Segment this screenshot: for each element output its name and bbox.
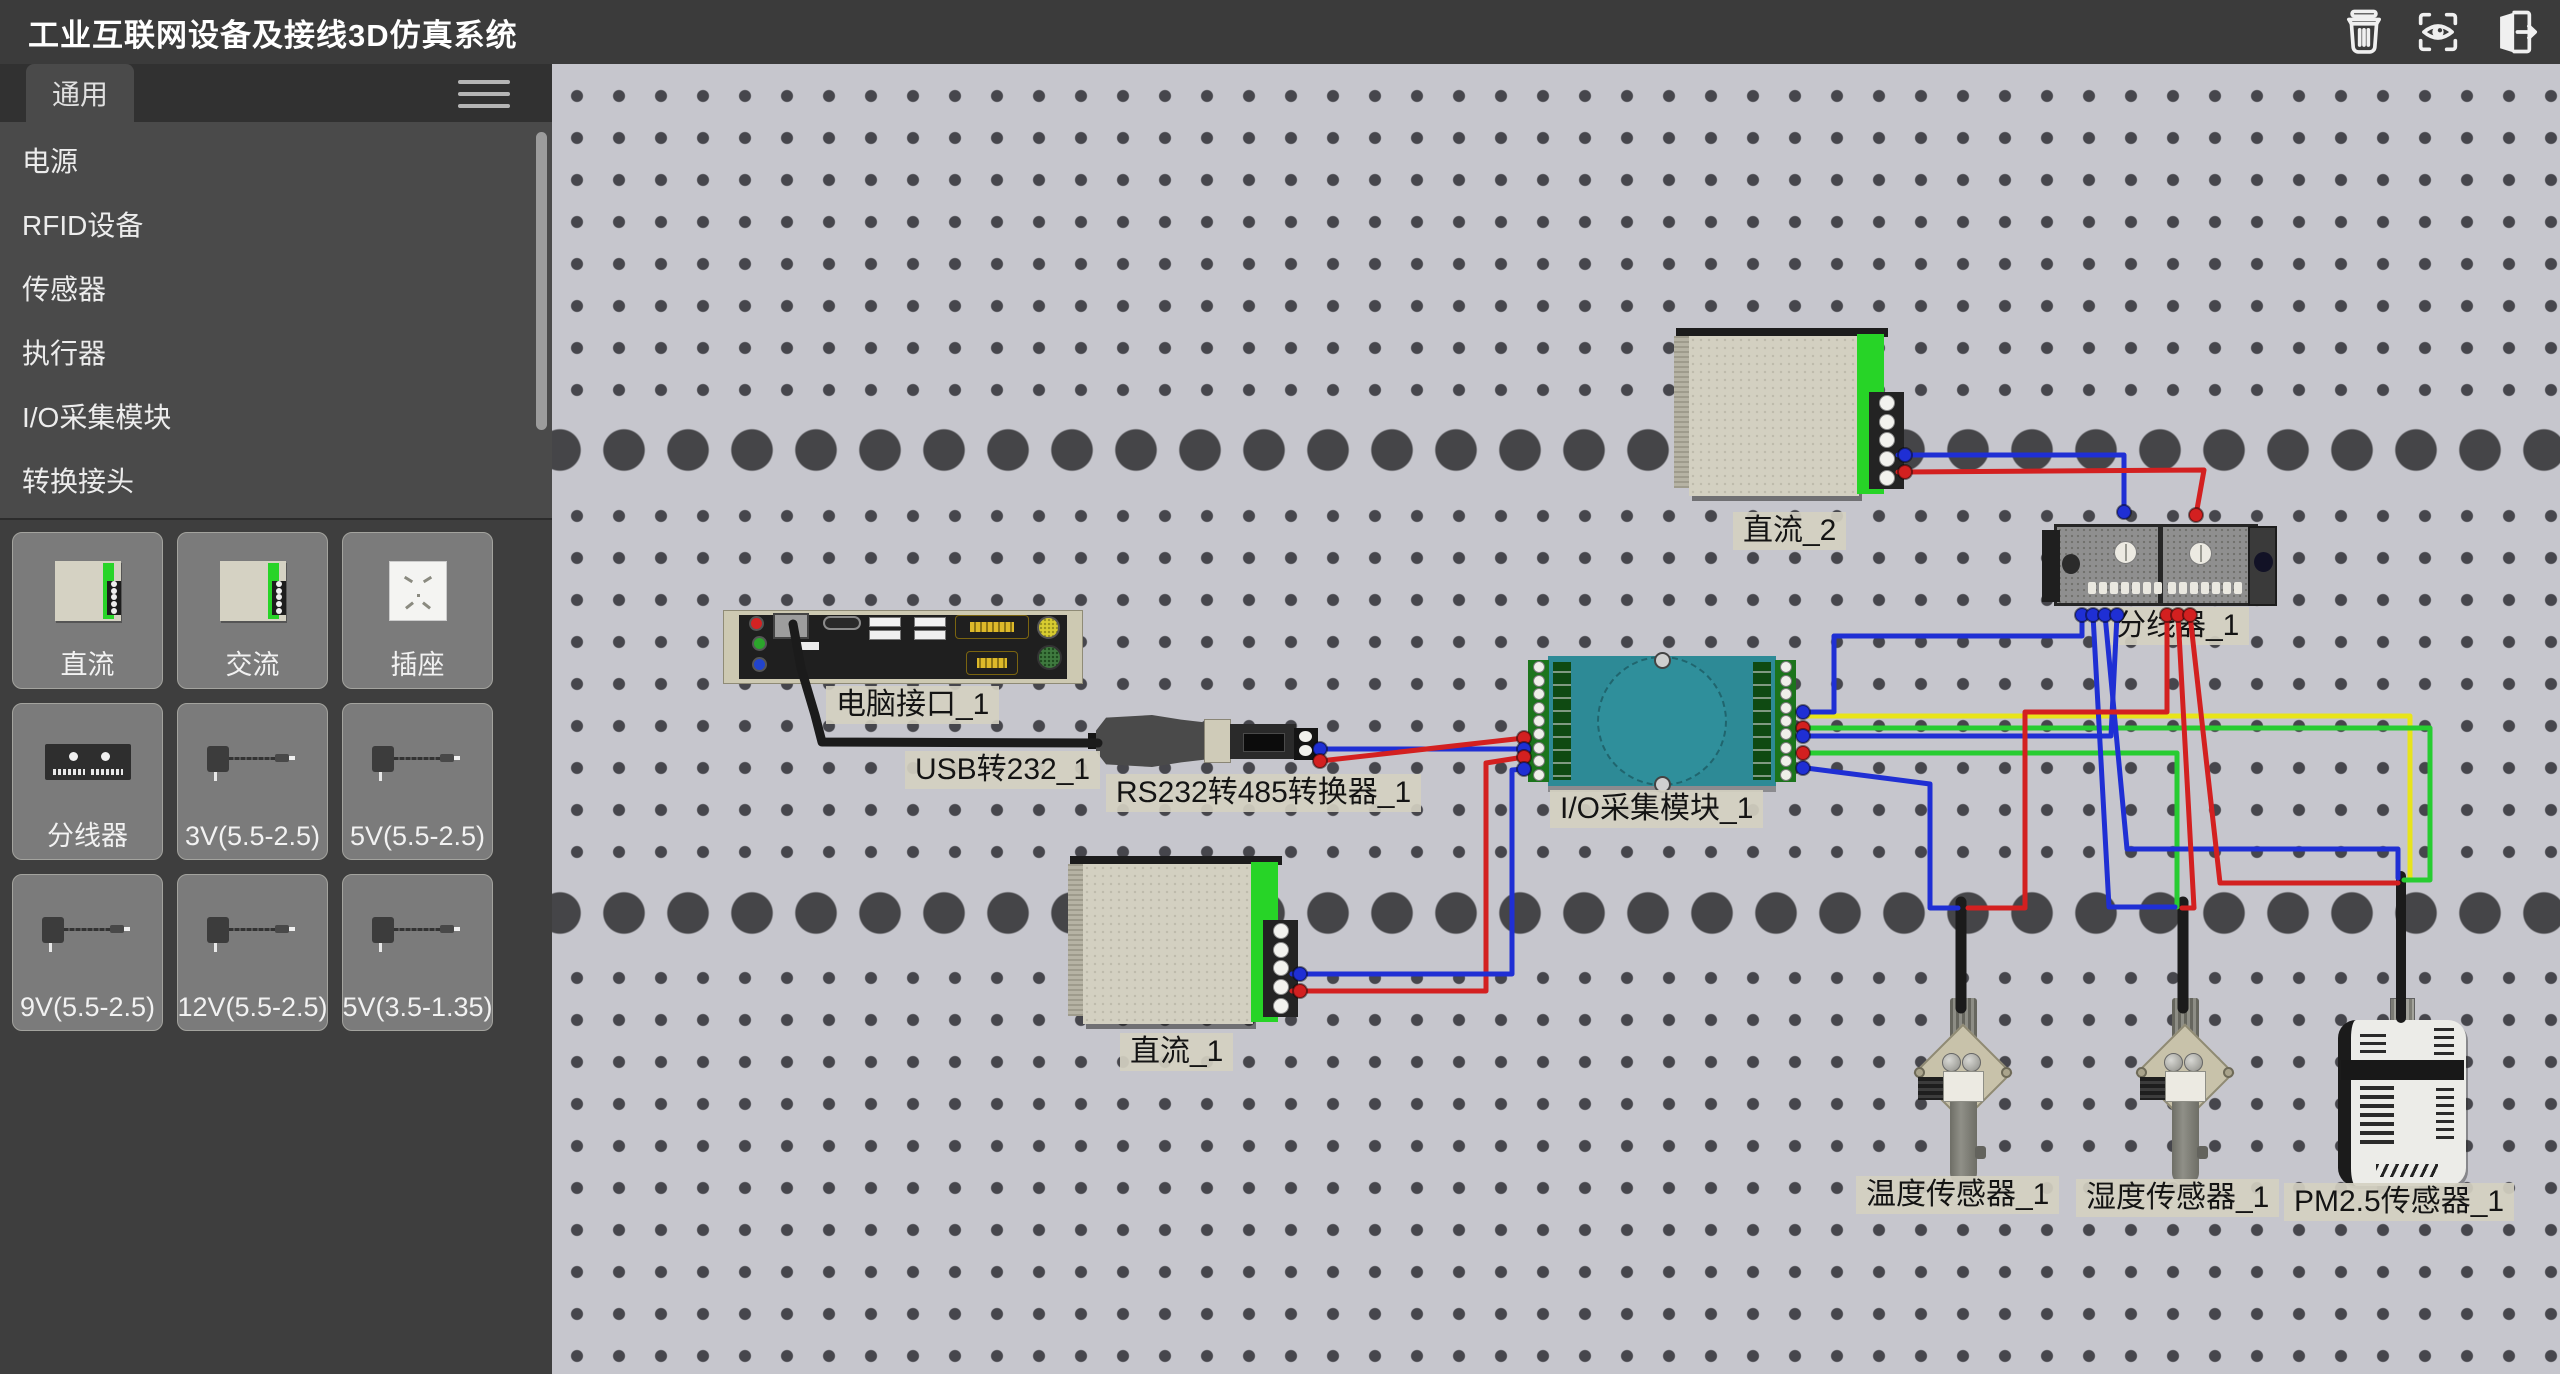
app-window: 工业互联网设备及接线3D仿真系统 通用 xyxy=(0,0,2560,1374)
device-rs232-485-1[interactable] xyxy=(1096,712,1318,770)
top-bar: 工业互联网设备及接线3D仿真系统 xyxy=(0,0,2560,64)
connector-dot-11 xyxy=(1796,705,1810,719)
connector-dot-2 xyxy=(2117,505,2131,519)
device-label-pc-port-1: 电脑接口_1 xyxy=(826,686,999,724)
device-splitter-1[interactable] xyxy=(2042,520,2277,610)
page-title: 工业互联网设备及接线3D仿真系统 xyxy=(28,10,518,55)
sidebar-item-2[interactable]: 传感器 xyxy=(0,258,552,322)
palette-card-label: 12V(5.5-2.5) xyxy=(177,990,327,1024)
power-adapter-thumb-icon xyxy=(368,913,468,953)
wire-blue-15 xyxy=(2093,615,2175,907)
palette-card-label: 3V(5.5-2.5) xyxy=(185,819,320,853)
device-temp-sensor-1[interactable] xyxy=(1898,950,2028,1195)
device-label-dc-2: 直流_2 xyxy=(1733,512,1846,550)
power-adapter-thumb-icon xyxy=(203,913,303,953)
device-label-temp-sensor-1: 温度传感器_1 xyxy=(1856,1176,2059,1214)
palette-card-4[interactable]: 3V(5.5-2.5) xyxy=(177,703,328,860)
menu-icon[interactable] xyxy=(458,80,510,108)
device-io-module-1[interactable] xyxy=(1528,652,1796,790)
sidebar-item-0[interactable]: 电源 xyxy=(0,130,552,194)
connector-dot-5 xyxy=(2086,608,2100,622)
view-focus-icon[interactable] xyxy=(2412,6,2464,58)
connector-dot-12 xyxy=(1796,721,1810,735)
wire-red-20 xyxy=(2190,615,2398,883)
pegboard-hole-band xyxy=(552,404,2560,496)
wire-blue-13 xyxy=(1806,615,2082,712)
connector-dot-13 xyxy=(1796,729,1810,743)
palette-card-0[interactable]: 直流 xyxy=(12,532,163,689)
wire-blue-14 xyxy=(1806,615,2117,736)
palette-card-7[interactable]: 12V(5.5-2.5) xyxy=(177,874,328,1031)
device-label-pm25-sensor-1: PM2.5传感器_1 xyxy=(2284,1183,2514,1221)
palette-card-label: 5V(3.5-1.35) xyxy=(342,990,492,1024)
dc-psu-thumb-icon xyxy=(220,561,286,621)
power-adapter-thumb-icon xyxy=(368,742,468,782)
splitter-thumb-icon xyxy=(45,744,131,780)
palette-card-label: 交流 xyxy=(226,648,280,682)
palette-card-1[interactable]: 交流 xyxy=(177,532,328,689)
toolbar-icons xyxy=(2338,6,2538,58)
wire-green-11 xyxy=(1806,728,2430,880)
socket-thumb-icon xyxy=(389,561,447,621)
connector-dot-14 xyxy=(1796,746,1810,760)
wire-blue-16 xyxy=(2105,615,2398,878)
sidebar-item-5[interactable]: 转换接头 xyxy=(0,450,552,514)
device-label-io-module-1: I/O采集模块_1 xyxy=(1550,790,1763,828)
device-pm25-sensor-1[interactable] xyxy=(2338,1012,2468,1187)
palette-card-label: 直流 xyxy=(61,648,115,682)
trash-icon[interactable] xyxy=(2338,6,2390,58)
sidebar-scrollbar[interactable] xyxy=(536,132,547,430)
wire-red-7 xyxy=(1320,738,1524,761)
wire-red-19 xyxy=(2178,615,2194,908)
sidebar-item-3[interactable]: 执行器 xyxy=(0,322,552,386)
palette-card-5[interactable]: 5V(5.5-2.5) xyxy=(342,703,493,860)
wire-red-18 xyxy=(1968,615,2167,908)
palette-card-3[interactable]: 分线器 xyxy=(12,703,163,860)
palette-card-8[interactable]: 5V(3.5-1.35) xyxy=(342,874,493,1031)
connector-dot-15 xyxy=(1796,761,1810,775)
device-label-splitter-1: 分线器_1 xyxy=(2106,607,2249,645)
sidebar-header: 通用 xyxy=(0,64,552,122)
palette-card-label: 插座 xyxy=(391,648,445,682)
palette-card-label: 9V(5.5-2.5) xyxy=(20,990,155,1024)
device-label-hum-sensor-1: 湿度传感器_1 xyxy=(2076,1179,2279,1217)
device-label-rs232-485-1: RS232转485转换器_1 xyxy=(1106,774,1421,812)
exit-icon[interactable] xyxy=(2486,6,2538,58)
palette-card-2[interactable]: 插座 xyxy=(342,532,493,689)
palette-card-label: 分线器 xyxy=(47,819,128,853)
power-adapter-thumb-icon xyxy=(203,742,303,782)
device-dc-2[interactable] xyxy=(1674,328,1900,503)
power-adapter-thumb-icon xyxy=(38,913,138,953)
device-label-usb-232-1: USB转232_1 xyxy=(905,751,1100,789)
device-hum-sensor-1[interactable] xyxy=(2120,950,2250,1195)
component-sidebar: 通用 电源RFID设备传感器执行器I/O采集模块转换接头 直流 交流 插座分线器 3V… xyxy=(0,64,552,1374)
sidebar-item-4[interactable]: I/O采集模块 xyxy=(0,386,552,450)
sidebar-item-1[interactable]: RFID设备 xyxy=(0,194,552,258)
simulation-canvas[interactable]: 直流_2 电脑接口_1 USB转232_1RS232转485转换器_1 I/O采集模块… xyxy=(552,64,2560,1374)
component-palette: 直流 交流 插座分线器 3V(5.5-2.5) 5V(5.5-2.5) 9V(5.5-2.… xyxy=(0,518,552,1374)
connector-dot-4 xyxy=(2075,608,2089,622)
dc-psu-thumb-icon xyxy=(55,561,121,621)
device-pc-port-1[interactable] xyxy=(723,610,1083,684)
tab-general[interactable]: 通用 xyxy=(26,64,134,122)
category-menu: 电源RFID设备传感器执行器I/O采集模块转换接头 xyxy=(0,130,552,514)
device-dc-1[interactable] xyxy=(1068,856,1294,1031)
pegboard-hole-band xyxy=(552,867,2560,959)
palette-card-label: 5V(5.5-2.5) xyxy=(350,819,485,853)
wire-yellow-10 xyxy=(1806,716,2410,878)
palette-card-6[interactable]: 9V(5.5-2.5) xyxy=(12,874,163,1031)
device-label-dc-1: 直流_1 xyxy=(1120,1033,1233,1071)
